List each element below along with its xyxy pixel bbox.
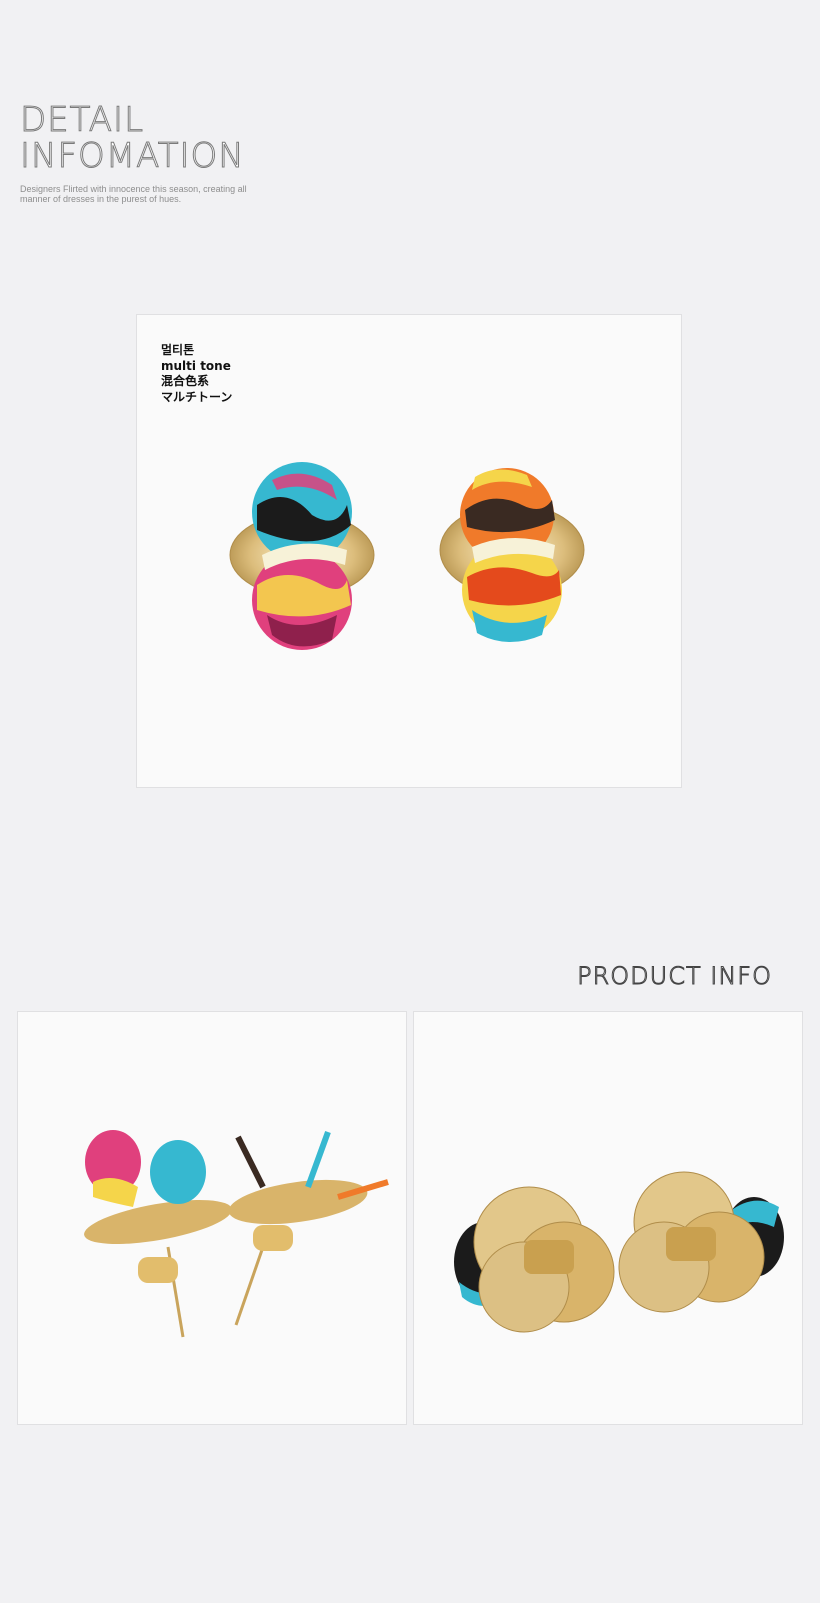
- product-info-heading: PRODUCT INFO: [577, 962, 772, 991]
- color-option-labels: 멀티톤 multi tone 混合色系 マルチトーン: [161, 343, 232, 405]
- detail-subtitle: Designers Flirted with innocence this se…: [20, 184, 247, 204]
- back-view-photo: [413, 1011, 803, 1425]
- color-label-ko: 멀티톤: [161, 343, 195, 357]
- side-view-photo: [17, 1011, 407, 1425]
- color-label-ja: マルチトーン: [161, 389, 233, 404]
- earrings-side-view-image: [84, 1130, 389, 1338]
- earrings-back-view-image: [454, 1171, 784, 1333]
- color-label-en: multi tone: [161, 358, 231, 373]
- detail-info-title: DETAIL INFOMATION: [20, 100, 245, 176]
- detail-title-line2: INFOMATION: [20, 136, 245, 176]
- main-product-photo: 멀티톤 multi tone 混合色系 マルチトーン: [136, 314, 682, 788]
- detail-title-line1: DETAIL: [20, 100, 145, 140]
- color-label-zh: 混合色系: [161, 374, 210, 388]
